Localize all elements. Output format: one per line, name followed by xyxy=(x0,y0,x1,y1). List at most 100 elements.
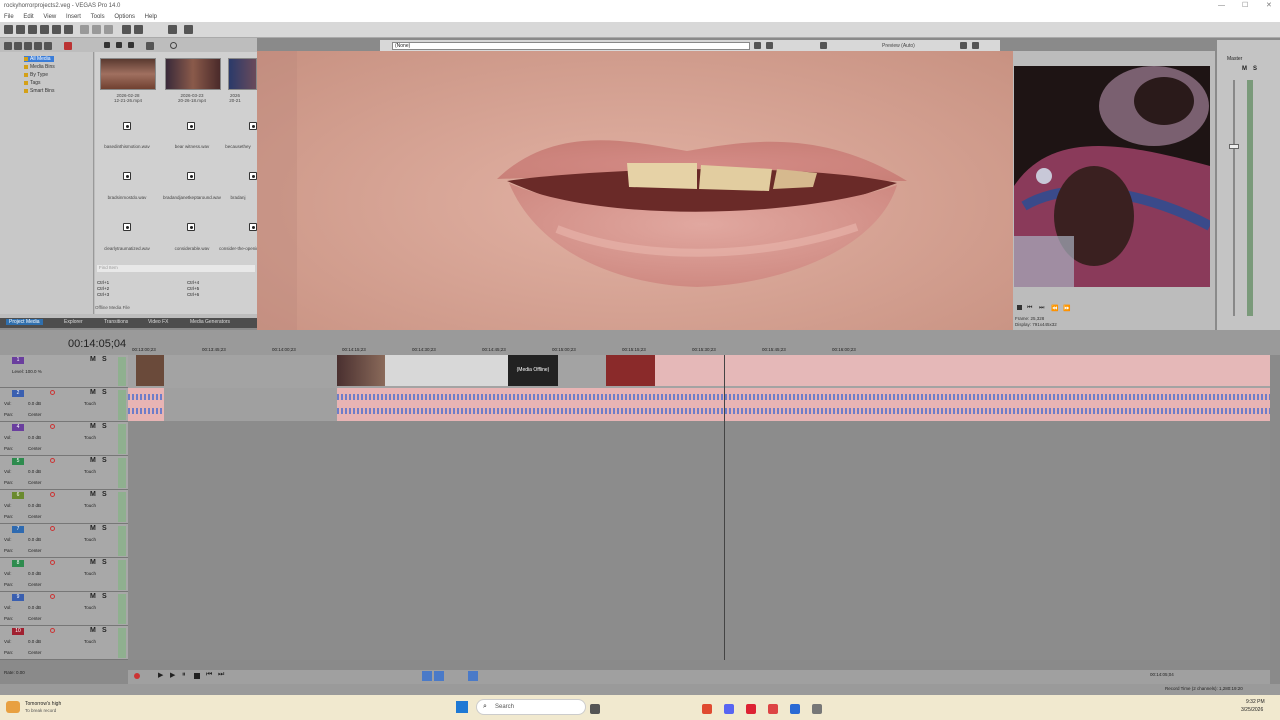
pan-value[interactable]: Center xyxy=(28,412,42,417)
playhead-cursor[interactable] xyxy=(724,355,725,660)
next-frame-icon[interactable]: ⏭ xyxy=(1039,305,1044,312)
pause-icon[interactable]: ⏸ xyxy=(182,671,186,679)
track-header[interactable]: 5 M S Vol: 0.0 dB Touch Pan: Center xyxy=(0,456,128,490)
automation-mode[interactable]: Touch xyxy=(84,401,96,406)
preview-quality[interactable]: Preview (Auto) xyxy=(882,43,915,49)
get-media-icon[interactable] xyxy=(34,42,42,50)
help-icon[interactable] xyxy=(184,25,193,34)
mute-button[interactable]: M xyxy=(90,457,96,464)
go-start-icon[interactable]: ⏮ xyxy=(206,671,212,679)
track-header[interactable]: 6 M S Vol: 0.0 dB Touch Pan: Center xyxy=(0,490,128,524)
audio-file-icon[interactable] xyxy=(123,223,131,231)
paste-icon[interactable] xyxy=(104,25,113,34)
stop-icon[interactable] xyxy=(194,673,200,679)
import-icon[interactable] xyxy=(14,42,22,50)
timecode-display[interactable]: 00:14:05;04 xyxy=(68,338,126,350)
vol-value[interactable]: 0.0 dB xyxy=(28,401,41,406)
brave-icon[interactable] xyxy=(702,704,712,714)
search-box[interactable]: ⌕ Search xyxy=(476,699,586,715)
play-from-start-icon[interactable]: ▶ xyxy=(158,671,163,679)
arm-record-icon[interactable] xyxy=(50,492,55,497)
properties-icon[interactable] xyxy=(64,25,73,34)
track-header[interactable]: 4 M S Vol: 0.0 dB Touch Pan: Center xyxy=(0,422,128,456)
find-item-input[interactable]: Find Item xyxy=(97,265,255,272)
preview-fx-icon[interactable] xyxy=(766,42,773,49)
track-header[interactable]: 9 M S Vol: 0.0 dB Touch Pan: Center xyxy=(0,592,128,626)
save-icon[interactable] xyxy=(28,25,37,34)
automation-mode[interactable]: Touch xyxy=(84,571,96,576)
clock-date[interactable]: 3/25/2026 xyxy=(1241,707,1263,713)
go-end-icon[interactable]: ⏭ xyxy=(218,671,224,679)
audio-file-icon[interactable] xyxy=(187,223,195,231)
file-explorer-icon[interactable] xyxy=(590,704,600,714)
prev-frame-icon[interactable]: ⏮ xyxy=(1027,305,1032,312)
chrome-icon[interactable] xyxy=(746,704,756,714)
menu-help[interactable]: Help xyxy=(141,12,161,22)
stop-icon[interactable] xyxy=(116,42,122,48)
mute-button[interactable]: M xyxy=(90,356,96,363)
menu-edit[interactable]: Edit xyxy=(19,12,37,22)
redo-icon[interactable] xyxy=(134,25,143,34)
audio-file-icon[interactable] xyxy=(187,122,195,130)
audio-file-icon[interactable] xyxy=(123,122,131,130)
arm-record-icon[interactable] xyxy=(50,628,55,633)
open-icon[interactable] xyxy=(16,25,25,34)
plugin-dropdown[interactable]: (None) xyxy=(392,42,750,50)
solo-button[interactable]: S xyxy=(102,593,107,600)
pan-value[interactable]: Center xyxy=(28,548,42,553)
play-icon[interactable]: ▶ xyxy=(170,671,175,679)
arm-record-icon[interactable] xyxy=(50,560,55,565)
automation-mode[interactable]: Touch xyxy=(84,469,96,474)
tree-item-tags[interactable]: Tags xyxy=(24,80,41,86)
mute-button[interactable]: M xyxy=(90,593,96,600)
menu-insert[interactable]: Insert xyxy=(62,12,85,22)
arm-record-icon[interactable] xyxy=(50,526,55,531)
render-icon[interactable] xyxy=(52,25,61,34)
menu-view[interactable]: View xyxy=(39,12,60,22)
snap-icon[interactable] xyxy=(168,25,177,34)
pan-value[interactable]: Center xyxy=(28,480,42,485)
tab-media-generators[interactable]: Media Generators xyxy=(190,319,230,325)
pan-value[interactable]: Center xyxy=(28,582,42,587)
offline-clip[interactable]: (Media Offline) xyxy=(508,355,558,386)
solo-button[interactable]: S xyxy=(102,356,107,363)
autopreview-icon[interactable] xyxy=(128,42,134,48)
vol-value[interactable]: 0.0 dB xyxy=(28,503,41,508)
arm-record-icon[interactable] xyxy=(50,458,55,463)
track-header[interactable]: 8 M S Vol: 0.0 dB Touch Pan: Center xyxy=(0,558,128,592)
audio-file-icon[interactable] xyxy=(249,172,257,180)
timeline-ruler[interactable]: 00:13:00;23 00:13:45;23 00:14:00;23 00:14:1… xyxy=(128,346,1270,355)
pan-value[interactable]: Center xyxy=(28,650,42,655)
track-header[interactable]: 7 M S Vol: 0.0 dB Touch Pan: Center xyxy=(0,524,128,558)
video-clip[interactable] xyxy=(337,355,385,386)
record-icon[interactable] xyxy=(134,673,140,679)
close-button[interactable]: ✕ xyxy=(1266,0,1272,12)
video-clip[interactable] xyxy=(385,355,508,386)
save-snapshot-icon[interactable] xyxy=(972,42,979,49)
save-as-icon[interactable] xyxy=(40,25,49,34)
mute-button[interactable]: M xyxy=(90,423,96,430)
media-fx-icon[interactable] xyxy=(44,42,52,50)
lock-envelopes-icon[interactable] xyxy=(468,671,478,681)
snap-toggle-icon[interactable] xyxy=(422,671,432,681)
arm-record-icon[interactable] xyxy=(50,424,55,429)
solo-button[interactable]: S xyxy=(102,559,107,566)
copy-snapshot-icon[interactable] xyxy=(960,42,967,49)
arm-record-icon[interactable] xyxy=(50,390,55,395)
settings-icon[interactable] xyxy=(812,704,822,714)
master-solo[interactable]: S xyxy=(1253,66,1257,72)
play-icon[interactable]: ⏩ xyxy=(1063,305,1070,312)
solo-button[interactable]: S xyxy=(102,627,107,634)
play-icon[interactable] xyxy=(104,42,110,48)
video-clip[interactable] xyxy=(606,355,656,386)
pan-value[interactable]: Center xyxy=(28,616,42,621)
tab-video-fx[interactable]: Video FX xyxy=(148,319,168,325)
copy-icon[interactable] xyxy=(92,25,101,34)
mute-button[interactable]: M xyxy=(90,389,96,396)
audio-file-icon[interactable] xyxy=(249,223,257,231)
maximize-button[interactable]: ☐ xyxy=(1242,0,1248,12)
solo-button[interactable]: S xyxy=(102,457,107,464)
tree-item-by-type[interactable]: By Type xyxy=(24,72,48,78)
start-icon[interactable] xyxy=(456,701,468,713)
vol-value[interactable]: 0.0 dB xyxy=(28,537,41,542)
